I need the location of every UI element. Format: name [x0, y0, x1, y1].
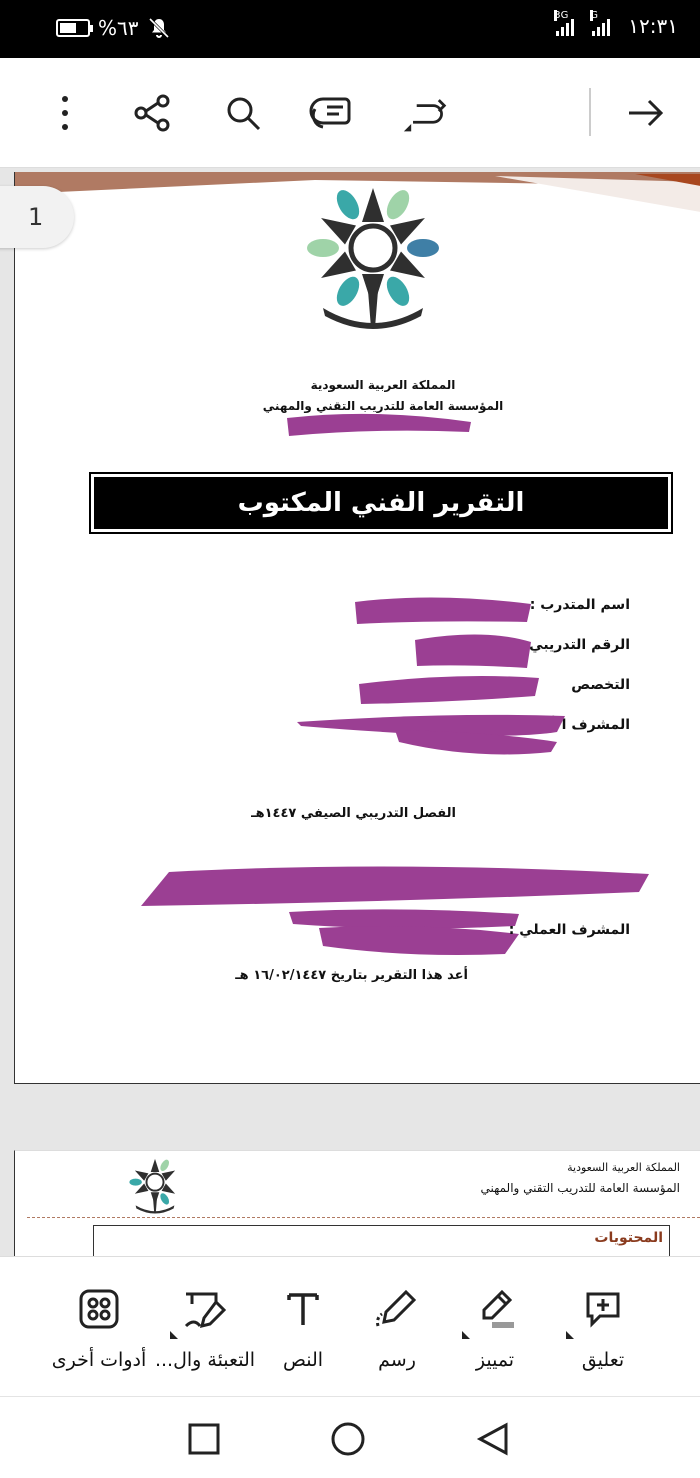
share-icon[interactable]	[130, 90, 176, 136]
status-bar: %٦٣ 3G G ١٢:٣١	[0, 0, 700, 58]
toolbar-divider	[589, 88, 591, 136]
tool-draw[interactable]: رسم	[342, 1287, 452, 1371]
tool-highlight[interactable]: تمييز	[440, 1287, 550, 1371]
forward-arrow-icon[interactable]	[622, 90, 668, 136]
redaction-scribble	[141, 866, 649, 955]
search-icon[interactable]	[220, 90, 266, 136]
tool-text-label: النص	[282, 1349, 324, 1371]
recents-icon	[188, 1423, 220, 1455]
add-comment-icon	[548, 1287, 658, 1339]
home-icon	[331, 1422, 365, 1456]
tool-highlight-label: تمييز	[475, 1349, 515, 1371]
home-button[interactable]	[330, 1421, 366, 1457]
document-title: التقرير الفني المكتوب	[94, 477, 668, 529]
highlighter-icon	[440, 1287, 550, 1339]
tool-draw-label: رسم	[378, 1349, 416, 1371]
navigation-bar	[0, 1396, 700, 1478]
field-practical-supervisor: المشرف العملي :	[508, 922, 630, 938]
document-title-box: التقرير الفني المكتوب	[89, 472, 673, 534]
more-vertical-icon[interactable]	[42, 90, 88, 136]
tool-comment-label: تعليق	[581, 1349, 625, 1371]
recents-button[interactable]	[186, 1421, 222, 1457]
fill-sign-icon	[150, 1287, 260, 1339]
tool-comment[interactable]: تعليق	[548, 1287, 658, 1371]
redaction-mark	[287, 413, 471, 436]
clock: ١٢:٣١	[628, 14, 678, 38]
top-toolbar	[0, 58, 700, 168]
battery-percent: %٦٣	[98, 16, 139, 40]
page-number: 1	[28, 203, 44, 231]
document-page-2: المملكة العربية السعودية المؤسسة العامة …	[14, 1150, 700, 1256]
status-right: 3G G ١٢:٣١	[554, 10, 678, 38]
text-tool-icon	[248, 1287, 358, 1331]
back-button[interactable]	[476, 1421, 512, 1457]
battery-level	[60, 23, 77, 33]
tool-more-label: أدوات أخرى	[51, 1349, 147, 1371]
back-icon	[476, 1422, 508, 1456]
page2-header-organization: المؤسسة العامة للتدريب التقني والمهني	[480, 1181, 680, 1195]
page2-divider	[27, 1217, 700, 1218]
contents-box: المحتويات	[93, 1225, 670, 1256]
tool-fill-sign[interactable]: التعبئة وال...	[150, 1287, 260, 1371]
network-3g-label: 3G	[554, 10, 569, 21]
signal-3g-icon: 3G	[554, 10, 575, 36]
signal-g-icon: G	[590, 10, 611, 36]
comment-list-icon[interactable]	[308, 90, 354, 136]
battery-icon	[56, 19, 93, 37]
redo-icon[interactable]	[402, 90, 448, 136]
semester-text: الفصل التدريبي الصيفي ١٤٤٧هـ	[251, 806, 456, 821]
document-viewer[interactable]: 1 المملكة العربية السعودية المؤسسة العام…	[0, 168, 700, 1256]
network-g-label: G	[590, 10, 599, 21]
page-number-badge: 1	[0, 186, 74, 248]
document-page-1: المملكة العربية السعودية المؤسسة العامة …	[14, 172, 700, 1084]
status-left: %٦٣	[56, 16, 171, 40]
page2-header-kingdom: المملكة العربية السعودية	[567, 1161, 680, 1174]
redaction-scribble	[297, 597, 565, 755]
tool-fill-sign-label: التعبئة وال...	[154, 1349, 256, 1371]
header-kingdom: المملكة العربية السعودية	[310, 378, 456, 392]
tool-text[interactable]: النص	[248, 1287, 358, 1371]
annotation-toolbar: تعليق تمييز رسم النص التعبئة وال... أدوا…	[0, 1256, 700, 1396]
apps-grid-icon	[44, 1287, 154, 1331]
prepared-date-text: أعد هذا التقرير بتاريخ ١٦/٠٢/١٤٤٧ هـ	[235, 968, 468, 983]
mute-bell-icon	[148, 17, 169, 39]
tvtc-logo	[307, 188, 439, 329]
pen-draw-icon	[342, 1287, 452, 1331]
contents-heading: المحتويات	[594, 1230, 663, 1246]
tvtc-logo-small	[129, 1158, 176, 1214]
tool-more[interactable]: أدوات أخرى	[44, 1287, 154, 1371]
